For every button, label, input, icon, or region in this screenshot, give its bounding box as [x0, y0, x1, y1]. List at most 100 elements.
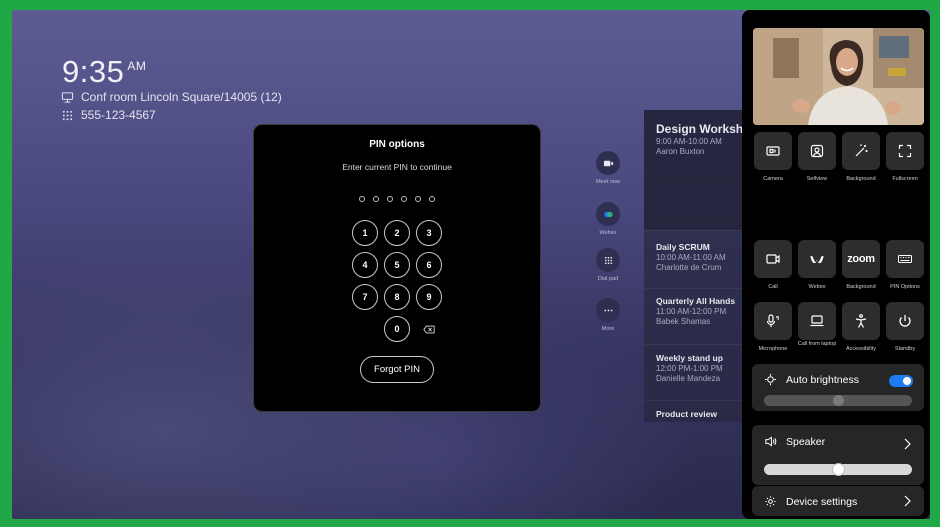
speaker-volume-slider[interactable] — [764, 464, 912, 475]
webex-side-button[interactable]: Webex — [594, 202, 622, 236]
meeting-time: 10:00 AM-11:00 AM — [656, 253, 726, 262]
pin-dialog-subtitle: Enter current PIN to continue — [342, 162, 452, 172]
meeting-title: Daily SCRUM — [656, 242, 710, 252]
webex-side-label: Webex — [599, 230, 617, 236]
clock-time: 9:35 — [62, 54, 125, 89]
accessibility-icon — [855, 314, 867, 328]
more-circle — [596, 298, 620, 322]
meeting-item[interactable]: Design Workshop 9:00 AM-10:00 AM Aaron B… — [656, 122, 756, 156]
webex-button[interactable] — [798, 240, 836, 278]
dial-pad-button[interactable]: Dial pad — [594, 248, 622, 282]
brightness-row: Auto brightness — [764, 373, 859, 386]
selfview-icon — [810, 144, 824, 158]
pin-dot — [373, 196, 379, 202]
more-label: More — [601, 326, 615, 332]
chevron-right-icon[interactable] — [902, 438, 912, 450]
key-5[interactable]: 5 — [384, 252, 410, 278]
divider — [644, 344, 756, 345]
meeting-item[interactable]: Daily SCRUM 10:00 AM-11:00 AM Charlotte … — [656, 242, 756, 272]
camera-button[interactable] — [754, 132, 792, 170]
forgot-pin-button[interactable]: Forgot PIN — [360, 356, 434, 383]
key-1[interactable]: 1 — [352, 220, 378, 246]
brightness-label: Auto brightness — [786, 373, 859, 386]
device-settings-label: Device settings — [786, 495, 858, 508]
key-2[interactable]: 2 — [384, 220, 410, 246]
pin-dialog-title: PIN options — [369, 139, 425, 150]
fullscreen-button[interactable] — [886, 132, 924, 170]
room-name-row: Conf room Lincoln Square/14005 (12) — [61, 90, 282, 104]
dial-pad-label: Dial pad — [597, 276, 619, 282]
meeting-organizer: Aaron Buxton — [656, 147, 705, 156]
meeting-organizer: Danielle Mandeza — [656, 374, 721, 383]
brightness-slider[interactable] — [764, 395, 912, 406]
speaker-volume-knob[interactable] — [832, 464, 844, 475]
speaker-row[interactable]: Speaker — [764, 435, 825, 448]
more-icon — [603, 309, 613, 311]
key-9[interactable]: 9 — [416, 284, 442, 310]
meeting-organizer: Babek Shamas — [656, 317, 711, 326]
control-panel: Camera Selfview Background Fullscreen Ca… — [742, 10, 930, 519]
chevron-right-icon — [904, 495, 911, 507]
room-number-row: 555-123-4567 — [61, 108, 156, 122]
key-blank — [352, 316, 378, 342]
device-settings-button[interactable]: Device settings — [752, 486, 924, 516]
microphone-button[interactable] — [754, 302, 792, 340]
call-button[interactable] — [754, 240, 792, 278]
fullscreen-label: Fullscreen — [892, 176, 918, 182]
brightness-card: Auto brightness — [752, 364, 924, 411]
pin-dot — [359, 196, 365, 202]
accessibility-button[interactable] — [842, 302, 880, 340]
meeting-title: Design Workshop — [656, 122, 756, 136]
meeting-title: Product review — [656, 409, 717, 419]
meet-now-label: Meet now — [596, 179, 620, 185]
webex-icon — [603, 211, 613, 217]
room-name: Conf room Lincoln Square/14005 (12) — [81, 90, 282, 104]
meeting-item[interactable]: Weekly stand up 12:00 PM-1:00 PM Daniell… — [656, 353, 756, 383]
meeting-time: 11:00 AM-12:00 PM — [656, 307, 727, 316]
laptop-icon — [810, 315, 824, 327]
meeting-item[interactable]: Product review — [656, 409, 756, 419]
meetings-list: Design Workshop 9:00 AM-10:00 AM Aaron B… — [644, 110, 756, 422]
background-button[interactable] — [842, 132, 880, 170]
backspace-icon — [423, 325, 435, 333]
pin-options-label: PIN Options — [890, 284, 920, 290]
selfview-video[interactable] — [753, 28, 924, 125]
device-settings-row: Device settings — [764, 495, 857, 508]
meeting-time: 9:00 AM-10:00 AM — [656, 137, 722, 146]
backspace-button[interactable] — [416, 316, 442, 342]
pin-keypad: 1 2 3 4 5 6 7 8 9 0 — [352, 220, 442, 342]
pin-options-button[interactable] — [886, 240, 924, 278]
meet-now-button[interactable]: Meet now — [594, 151, 622, 185]
key-4[interactable]: 4 — [352, 252, 378, 278]
standby-button[interactable] — [886, 302, 924, 340]
webex-icon — [810, 255, 824, 264]
zoom-button[interactable]: zoom — [842, 240, 880, 278]
video-plus-icon — [603, 160, 613, 166]
power-icon — [899, 315, 911, 327]
meeting-item[interactable]: Quarterly All Hands 11:00 AM-12:00 PM Ba… — [656, 296, 756, 326]
pin-options-dialog: PIN options Enter current PIN to continu… — [253, 124, 541, 412]
brightness-slider-knob[interactable] — [832, 395, 844, 406]
video-call-icon — [766, 254, 780, 264]
pin-entry-dots — [359, 196, 435, 202]
speaker-icon — [765, 436, 777, 447]
call-from-laptop-button[interactable] — [798, 302, 836, 340]
pin-dot — [387, 196, 393, 202]
key-8[interactable]: 8 — [384, 284, 410, 310]
divider — [644, 288, 756, 289]
key-6[interactable]: 6 — [416, 252, 442, 278]
meet-now-circle — [596, 151, 620, 175]
gear-icon — [765, 496, 776, 507]
auto-brightness-toggle[interactable] — [889, 375, 913, 387]
room-icon — [61, 91, 74, 103]
camera-control-icon — [766, 146, 780, 156]
dialpad-small-icon — [62, 110, 73, 120]
brightness-icon — [764, 373, 777, 386]
more-button[interactable]: More — [594, 298, 622, 332]
divider — [644, 400, 756, 401]
key-0[interactable]: 0 — [384, 316, 410, 342]
key-7[interactable]: 7 — [352, 284, 378, 310]
selfview-button[interactable] — [798, 132, 836, 170]
key-3[interactable]: 3 — [416, 220, 442, 246]
meeting-organizer: Charlotte de Crum — [656, 263, 722, 272]
